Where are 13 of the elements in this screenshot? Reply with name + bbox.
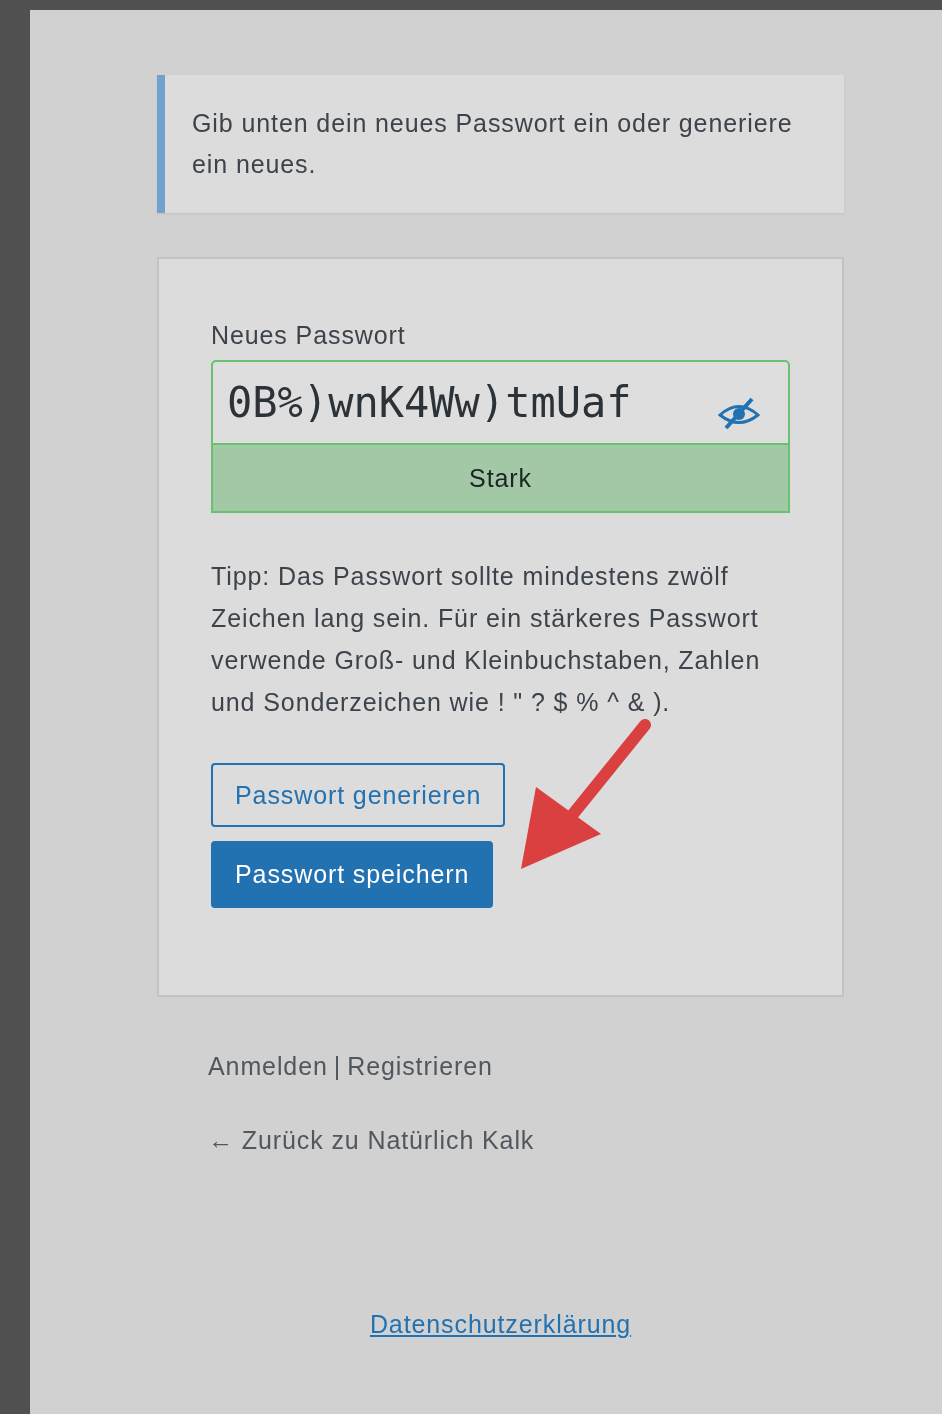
back-link[interactable]: ← Zurück zu Natürlich Kalk	[208, 1126, 844, 1155]
login-link[interactable]: Anmelden	[208, 1052, 328, 1081]
save-button[interactable]: Passwort speichern	[211, 841, 494, 908]
password-hint: Tipp: Das Passwort sollte mindestens zwölf Zeichen lang sein. Für ein stärkeres Passwort verwende Groß- und Kleinbuchstaben, Zahlen und Sonderzeichen wie ! " ? $ % ^ & ).	[211, 561, 762, 718]
password-field[interactable]: 0B%)wnK4Ww)tmUaf	[211, 360, 790, 445]
strength-meter: Stark	[211, 445, 790, 513]
eye-slash-icon[interactable]	[718, 396, 760, 430]
separator: |	[333, 1052, 342, 1081]
privacy-link[interactable]: Datenschutzerklärung	[369, 1310, 632, 1339]
notice-text: Gib unten dein neues Passwort ein oder generiere ein neues.	[192, 108, 794, 180]
register-link[interactable]: Registrieren	[347, 1052, 493, 1081]
field-label: Neues Passwort	[211, 321, 407, 350]
generate-button[interactable]: Passwort generieren	[211, 763, 506, 827]
